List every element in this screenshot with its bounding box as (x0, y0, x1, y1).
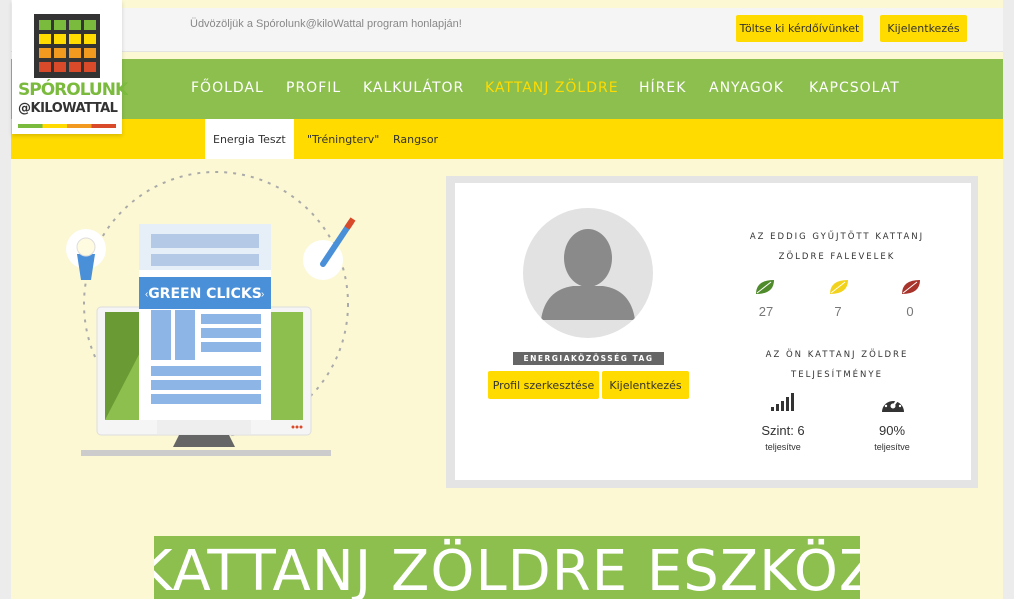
nav-item-green-click[interactable]: KATTANJ ZÖLDRE (485, 80, 619, 96)
community-member-badge: ENERGIAKÖZÖSSÉG TAG (513, 352, 664, 365)
building-logo-icon (34, 14, 100, 78)
welcome-text: Üdvözöljük a Spórolunk@kiloWattal progra… (190, 18, 462, 30)
logo-text-line2: @KILOWATTAL (18, 101, 118, 116)
hero-title: KATTANJ ZÖLDRE ESZKÖZ (154, 536, 860, 599)
level-sub: teljesítve (765, 442, 801, 452)
signal-level-icon (771, 393, 794, 411)
yellow-leaf-count: 7 (834, 304, 842, 319)
red-leaf-icon (902, 280, 920, 294)
percent-sub: teljesítve (874, 442, 910, 452)
level-value: Szint: 6 (761, 423, 805, 438)
nav-item-news[interactable]: HÍREK (639, 80, 686, 96)
nav-item-profile[interactable]: PROFIL (286, 80, 341, 96)
site-logo[interactable]: SPÓROLUNK @KILOWATTAL (12, 0, 128, 134)
subnav-energy-test[interactable]: Energia Teszt (205, 119, 294, 159)
user-silhouette-icon (541, 229, 635, 320)
green-clicks-banner: GREEN CLICKS (148, 286, 262, 302)
survey-button[interactable]: Töltse ki kérdőívünket (736, 15, 863, 42)
performance-title: AZ ÖN KATTANJ ZÖLDRE TELJESÍTMÉNYE (765, 350, 909, 380)
green-leaf-count: 27 (758, 304, 774, 319)
nav-item-calculator[interactable]: KALKULÁTOR (363, 80, 464, 96)
nav-item-contact[interactable]: KAPCSOLAT (809, 80, 900, 96)
svg-text:›: › (261, 289, 264, 300)
green-leaf-icon (756, 280, 774, 294)
nav-item-home[interactable]: FŐOLDAL (191, 80, 264, 96)
logo-text-line1: SPÓROLUNK (18, 80, 128, 100)
main-nav: FŐOLDAL PROFIL KALKULÁTOR KATTANJ ZÖLDRE… (11, 59, 1003, 119)
top-logout-button[interactable]: Kijelentkezés (880, 15, 967, 42)
svg-text:‹: ‹ (145, 289, 148, 300)
profile-logout-button[interactable]: Kijelentkezés (602, 371, 689, 399)
logo-color-bar (18, 124, 116, 128)
sub-nav: Energia Teszt "Tréningterv" Rangsor (11, 119, 1003, 159)
speedometer-icon (882, 396, 904, 412)
top-bar: Üdvözöljük a Spórolunk@kiloWattal progra… (11, 8, 1003, 52)
nav-item-materials[interactable]: ANYAGOK (709, 80, 784, 96)
subnav-ranking[interactable]: Rangsor (393, 119, 438, 159)
green-clicks-illustration: GREEN CLICKS ‹ › (66, 171, 356, 456)
avatar (523, 208, 653, 338)
percent-value: 90% (878, 423, 906, 438)
red-leaf-count: 0 (906, 304, 914, 319)
leaves-title: AZ EDDIG GYŰJTÖTT KATTANJ ZÖLDRE FALEVEL… (749, 232, 925, 262)
edit-profile-button[interactable]: Profil szerkesztése (488, 371, 599, 399)
yellow-leaf-icon (830, 280, 848, 294)
subnav-training-plan[interactable]: "Tréningterv" (307, 119, 379, 159)
